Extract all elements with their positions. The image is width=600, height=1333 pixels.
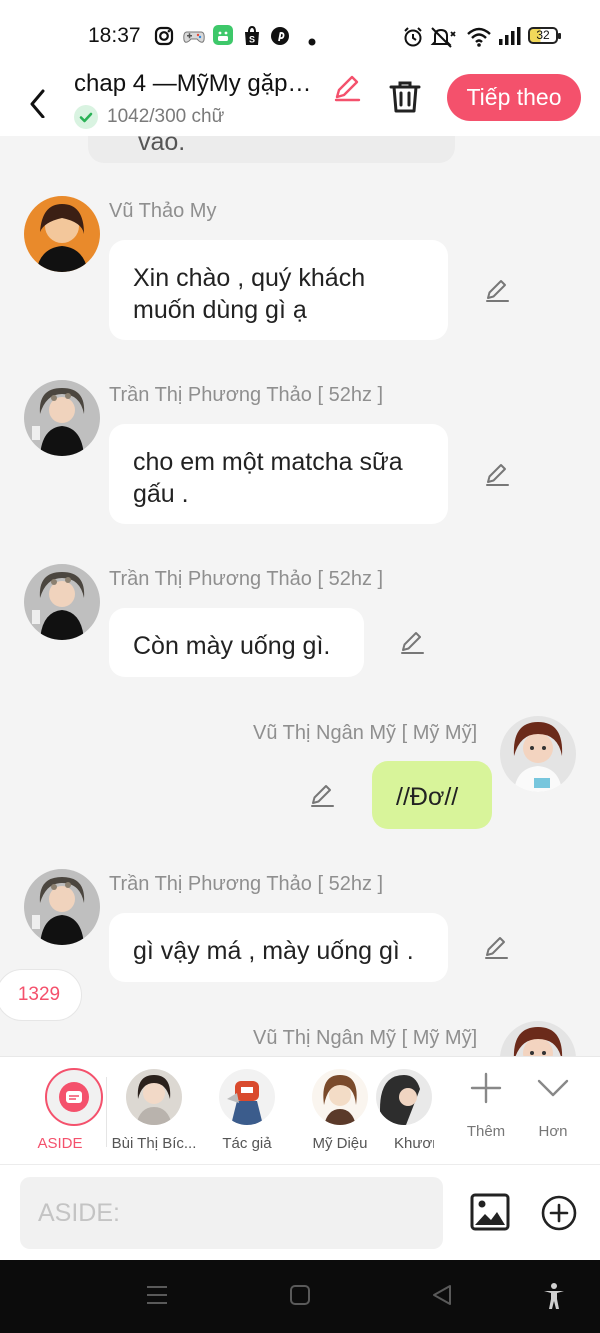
character-aside[interactable]: ASIDE (15, 1057, 105, 1165)
accessibility-icon[interactable] (542, 1282, 566, 1315)
count-badge[interactable]: 1329 (0, 969, 82, 1021)
menu-icon[interactable] (146, 1284, 168, 1311)
edit-message-button[interactable] (483, 276, 511, 304)
pencil-icon (334, 75, 361, 102)
pencil-icon (486, 464, 509, 486)
edit-title-button[interactable] (332, 72, 362, 102)
chapter-title[interactable]: chap 4 —MỹMy gặp… (74, 70, 330, 98)
character-item[interactable]: Mỹ Diệu (295, 1057, 385, 1165)
mute-icon (430, 26, 458, 53)
character-label: Bùi Thị Bíc... (111, 1135, 197, 1152)
edit-message-button[interactable] (398, 628, 426, 656)
alarm-icon (402, 26, 424, 53)
character-label: Mỹ Diệu (312, 1135, 368, 1152)
author-name: Vũ Thị Ngân Mỹ [ Mỹ Mỹ] (253, 1027, 478, 1049)
edit-message-button[interactable] (483, 460, 511, 488)
pencil-icon (486, 280, 509, 302)
message-bubble-partial[interactable]: vào. (88, 136, 455, 163)
character-item[interactable]: Khươn (374, 1057, 434, 1165)
message-text: //Đơ// (396, 783, 459, 811)
dot-icon (308, 33, 316, 51)
game-controller-icon (182, 26, 206, 51)
message-text: gì vậy má , mày uống gì . (133, 937, 414, 965)
author-name: Trần Thị Phương Thảo [ 52hz ] (109, 384, 384, 406)
signal-icon (498, 26, 522, 51)
shopee-icon: S (242, 25, 262, 51)
author-name: Vũ Thảo My (109, 200, 217, 222)
message-text: Xin chào , quý khách muốn dùng gì ạ (133, 264, 366, 324)
plus-icon (470, 1072, 502, 1104)
pinterest-icon (270, 26, 290, 51)
character-avatar (376, 1069, 432, 1125)
character-avatar (219, 1069, 275, 1125)
battery-icon: 32 (528, 27, 561, 44)
edit-message-button[interactable] (482, 933, 510, 961)
insert-image-button[interactable] (470, 1193, 510, 1231)
author-name: Vũ Thị Ngân Mỹ [ Mỹ Mỹ] (253, 722, 478, 744)
aside-icon (45, 1068, 103, 1126)
image-icon (470, 1193, 510, 1231)
pencil-icon (485, 937, 508, 959)
character-label: Khươn (394, 1135, 434, 1152)
check-icon (74, 105, 98, 129)
next-button[interactable]: Tiếp theo (447, 74, 581, 121)
plus-circle-icon (541, 1195, 577, 1231)
character-avatar (312, 1069, 368, 1125)
character-label: ASIDE (37, 1135, 83, 1152)
input-bar (0, 1164, 600, 1260)
chat-area[interactable]: vào. Vũ Thảo My Xin chào , quý khách muố… (0, 136, 600, 1056)
svg-text:S: S (249, 35, 255, 45)
avatar[interactable] (24, 564, 100, 640)
word-count: 1042/300 chữ (107, 106, 225, 127)
avatar[interactable] (24, 380, 100, 456)
message-bubble[interactable]: cho em một matcha sữa gấu . (109, 424, 448, 524)
message-bubble[interactable]: gì vậy má , mày uống gì . (109, 913, 448, 982)
edit-message-button[interactable] (308, 781, 336, 809)
character-avatar (126, 1069, 182, 1125)
back-button[interactable] (22, 78, 54, 119)
android-app-icon (212, 24, 234, 51)
character-item[interactable]: Bùi Thị Bíc... (109, 1057, 199, 1165)
more-label: Hơn (538, 1123, 568, 1140)
message-bubble[interactable]: //Đơ// (372, 761, 492, 829)
home-icon[interactable] (289, 1284, 311, 1311)
chevron-left-icon (30, 89, 45, 119)
character-bar: ASIDE Bùi Thị Bíc... Tác giả Mỹ Diệu Khư… (0, 1056, 600, 1164)
character-item[interactable]: Tác giả (202, 1057, 292, 1165)
instagram-icon (154, 26, 174, 51)
avatar[interactable] (24, 869, 100, 945)
message-bubble[interactable]: Xin chào , quý khách muốn dùng gì ạ (109, 240, 448, 340)
pencil-icon (311, 785, 334, 807)
system-nav-bar (0, 1260, 600, 1333)
avatar[interactable] (500, 1021, 576, 1056)
screen: 18:37 S 32 chap 4 —MỹMy gặp… 1042/300 ch… (0, 0, 600, 1333)
message-input[interactable] (20, 1177, 443, 1249)
message-text: vào. (138, 136, 186, 156)
back-triangle-icon[interactable] (431, 1284, 453, 1311)
app-header: chap 4 —MỹMy gặp… 1042/300 chữ Tiếp theo (0, 70, 600, 136)
status-bar: 18:37 S 32 (0, 0, 600, 70)
message-text: cho em một matcha sữa gấu . (133, 448, 403, 508)
author-name: Trần Thị Phương Thảo [ 52hz ] (109, 873, 384, 895)
more-button[interactable]: Hơn (508, 1057, 598, 1165)
avatar[interactable] (500, 716, 576, 792)
delete-button[interactable] (388, 78, 422, 114)
chevron-down-icon (537, 1079, 569, 1097)
message-text: Còn mày uống gì. (133, 632, 331, 660)
character-label: Tác giả (222, 1135, 272, 1152)
wifi-icon (466, 26, 492, 53)
status-time: 18:37 (88, 24, 141, 47)
divider (106, 1077, 107, 1147)
trash-icon (389, 81, 421, 113)
author-name: Trần Thị Phương Thảo [ 52hz ] (109, 568, 384, 590)
add-button[interactable] (540, 1194, 578, 1232)
avatar[interactable] (24, 196, 100, 272)
pencil-icon (401, 632, 424, 654)
message-bubble[interactable]: Còn mày uống gì. (109, 608, 364, 677)
